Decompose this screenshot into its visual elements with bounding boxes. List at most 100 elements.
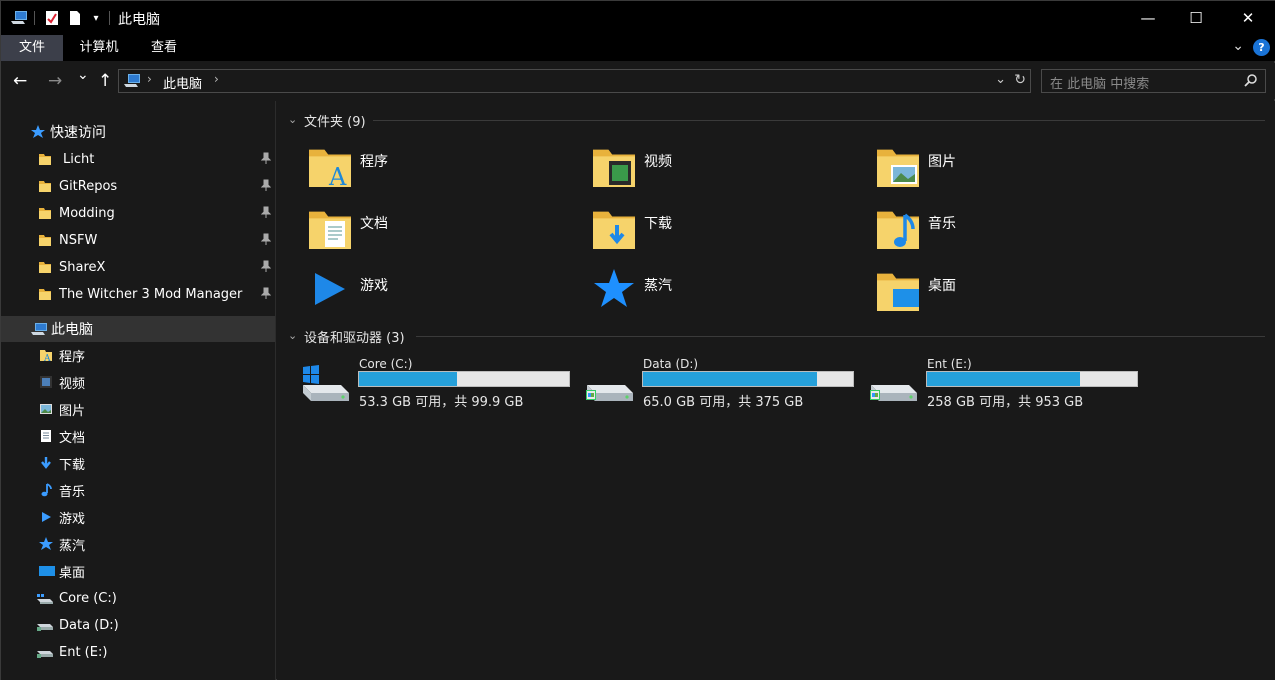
address-bar[interactable]: › 此电脑 › ⌄ ↻ (118, 69, 1031, 93)
drive-tile[interactable]: Ent (E:) 258 GB 可用，共 953 GB (845, 357, 1138, 417)
folder-tile[interactable]: 桌面 (873, 267, 1153, 323)
drive-tile[interactable]: Data (D:) 65.0 GB 可用，共 375 GB (561, 357, 854, 417)
sidebar-item-downloads[interactable]: 下载 (1, 450, 275, 476)
folder-tile[interactable]: 下载 (589, 205, 869, 261)
hard-drive-icon (869, 363, 919, 407)
drive-free-space: 258 GB 可用，共 953 GB (927, 395, 1084, 410)
sidebar-item-pinned[interactable]: ShareX (1, 254, 275, 280)
sidebar-label: Core (C:) (59, 590, 117, 606)
downloads-icon (39, 456, 55, 470)
recent-locations-button[interactable]: ⌄ (77, 67, 89, 83)
search-icon[interactable] (1244, 73, 1258, 91)
tab-file[interactable]: 文件 (1, 35, 63, 61)
sidebar-label: 视频 (59, 376, 86, 392)
group-header-drives[interactable]: 设备和驱动器 (3) (304, 327, 405, 346)
folder-label: 视频 (644, 154, 672, 170)
drive-usage-fill (643, 372, 817, 386)
folder-tile[interactable]: A 程序 (305, 143, 585, 199)
content-pane: ⌄ 文件夹 (9) A 程序 视频 图片文档 下载 音乐游戏 蒸汽 桌面 ⌄ 设备和驱动器 (… (277, 101, 1275, 680)
navigation-bar: ← → ⌄ ↑ › 此电脑 › ⌄ ↻ 在 此电脑 中搜索 (1, 63, 1275, 99)
sidebar-item-pinned[interactable]: GitRepos (1, 173, 275, 199)
sidebar-item-drive-c[interactable]: Core (C:) (1, 585, 275, 611)
sidebar-item-music[interactable]: 音乐 (1, 477, 275, 503)
folder-icon (38, 287, 52, 301)
breadcrumb-chevron-icon[interactable]: › (147, 72, 152, 86)
new-folder-icon[interactable] (67, 8, 83, 28)
search-box[interactable]: 在 此电脑 中搜索 (1041, 69, 1266, 93)
sidebar-item-pinned[interactable]: The Witcher 3 Mod Manager (1, 281, 275, 307)
pin-icon[interactable] (260, 179, 272, 194)
sidebar-item-drive-d[interactable]: Data (D:) (1, 612, 275, 638)
hard-drive-icon (585, 363, 635, 407)
properties-icon[interactable] (43, 8, 61, 28)
sidebar-label: 图片 (59, 403, 86, 419)
folder-tile[interactable]: 蒸汽 (589, 267, 869, 323)
sidebar-item-pinned[interactable]: NSFW (1, 227, 275, 253)
collapse-group-icon[interactable]: ⌄ (288, 329, 297, 342)
minimize-button[interactable]: — (1125, 1, 1171, 35)
folder-icon (38, 152, 52, 166)
pin-icon[interactable] (260, 206, 272, 221)
drive-c-icon (36, 591, 54, 605)
pin-icon[interactable] (260, 233, 272, 248)
desktop-icon (39, 564, 55, 578)
folder-tile[interactable]: 图片 (873, 143, 1153, 199)
drive-usage-fill (927, 372, 1081, 386)
breadcrumb-this-pc[interactable]: 此电脑 (163, 73, 202, 92)
ribbon: 文件 计算机 查看 ⌄ ? (1, 35, 1275, 61)
sidebar-label: 程序 (59, 349, 86, 365)
sidebar-item-pictures[interactable]: 图片 (1, 396, 275, 422)
help-icon[interactable]: ? (1253, 39, 1270, 56)
music-icon (39, 483, 55, 497)
folder-label: 桌面 (928, 278, 956, 294)
sidebar-label: The Witcher 3 Mod Manager (59, 286, 243, 302)
sidebar-item-steam[interactable]: 蒸汽 (1, 531, 275, 557)
folder-label: 游戏 (360, 278, 388, 294)
address-dropdown-icon[interactable]: ⌄ (995, 72, 1006, 87)
sidebar-item-drive-e[interactable]: Ent (E:) (1, 639, 275, 665)
navigation-pane: 快速访问 Licht GitRepos Modding NSFW ShareX The W… (1, 101, 276, 680)
forward-button[interactable]: → (48, 71, 62, 91)
sidebar-this-pc[interactable]: 此电脑 (1, 316, 275, 342)
music-icon (875, 203, 921, 255)
sidebar-item-programs[interactable]: A 程序 (1, 342, 275, 368)
up-button[interactable]: ↑ (98, 71, 112, 91)
sidebar-label: Modding (59, 205, 115, 221)
sidebar-item-videos[interactable]: 视频 (1, 369, 275, 395)
sidebar-label: 此电脑 (51, 322, 93, 338)
group-header-folders[interactable]: 文件夹 (9) (304, 111, 366, 130)
drive-tile[interactable]: Core (C:) 53.3 GB 可用，共 99.9 GB (277, 357, 570, 417)
pin-icon[interactable] (260, 287, 272, 302)
folder-tile[interactable]: 视频 (589, 143, 869, 199)
maximize-button[interactable]: ☐ (1173, 1, 1219, 35)
close-button[interactable]: ✕ (1225, 1, 1271, 35)
sidebar-label: NSFW (59, 232, 98, 248)
pin-icon[interactable] (260, 152, 272, 167)
sidebar-item-games[interactable]: 游戏 (1, 504, 275, 530)
sidebar-quick-access[interactable]: 快速访问 (1, 119, 275, 145)
sidebar-item-pinned[interactable]: Licht (1, 146, 275, 172)
folder-label: 图片 (928, 154, 956, 170)
svg-text:A: A (328, 163, 347, 189)
tab-view[interactable]: 查看 (137, 35, 191, 61)
refresh-icon[interactable]: ↻ (1014, 72, 1026, 88)
folder-tile[interactable]: 音乐 (873, 205, 1153, 261)
sidebar-item-desktop[interactable]: 桌面 (1, 558, 275, 584)
folder-icon (38, 179, 52, 193)
sidebar-item-pinned[interactable]: Modding (1, 200, 275, 226)
this-pc-icon[interactable] (9, 8, 29, 28)
pictures-icon (39, 402, 55, 416)
group-divider (373, 120, 1265, 121)
tab-computer[interactable]: 计算机 (67, 35, 131, 61)
folder-label: 音乐 (928, 216, 956, 232)
collapse-group-icon[interactable]: ⌄ (288, 113, 297, 126)
back-button[interactable]: ← (13, 71, 27, 91)
breadcrumb-chevron-icon[interactable]: › (214, 72, 219, 86)
folder-tile[interactable]: 文档 (305, 205, 585, 261)
sidebar-item-documents[interactable]: 文档 (1, 423, 275, 449)
expand-ribbon-icon[interactable]: ⌄ (1232, 38, 1244, 54)
customize-qa-icon[interactable]: ▾ (89, 8, 103, 28)
games-icon (307, 265, 353, 317)
pin-icon[interactable] (260, 260, 272, 275)
folder-tile[interactable]: 游戏 (305, 267, 585, 323)
